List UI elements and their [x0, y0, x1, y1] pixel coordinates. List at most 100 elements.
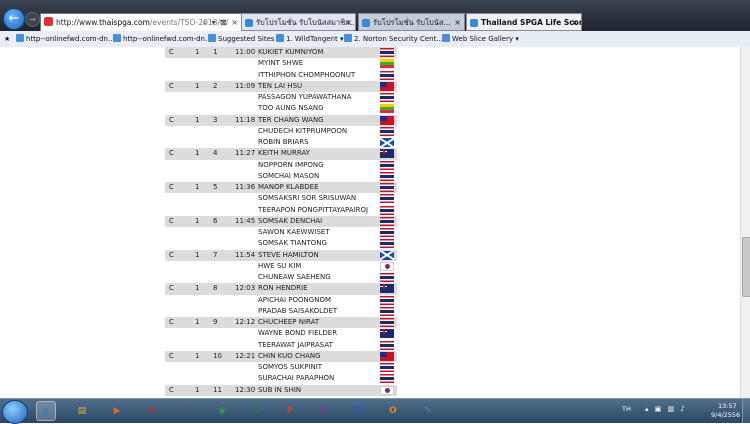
media-player-icon[interactable]: ▶: [107, 401, 127, 421]
player-name: SAWON KAEWWISET: [258, 228, 330, 236]
player-row: SOMSAKSRI SOR SRISUWAN: [165, 193, 397, 204]
favorite-web-slice-gallery[interactable]: Web Slice Gallery ▾: [442, 31, 519, 47]
clock-date[interactable]: 9/4/2556: [711, 411, 740, 419]
course-cell: C: [169, 318, 174, 326]
favorites-star-icon[interactable]: ★: [4, 31, 10, 47]
group-cell: 3: [213, 115, 218, 124]
favorite-label: 1. WildTangent ▾: [286, 35, 344, 43]
favorite-link[interactable]: http--onlinefwd.com-dn...: [16, 31, 115, 47]
pin-app-icon[interactable]: ⚑: [142, 401, 162, 421]
tab-label: รับโปรโมชั่น รับโบนัสสมาชิก...: [256, 18, 356, 27]
flag-th-icon: [380, 160, 394, 170]
flag-th-icon: [380, 93, 394, 102]
outlook-icon[interactable]: O: [383, 401, 403, 421]
round-cell: 1: [195, 81, 200, 90]
player-row: ITTHIPHON CHOMPHOONUT: [165, 70, 397, 81]
file-explorer-icon[interactable]: ▤: [72, 401, 92, 421]
player-name: WAYNE BOND FIELDER: [258, 329, 338, 338]
word-icon[interactable]: W: [348, 401, 368, 421]
flag-tw-icon: [380, 115, 394, 125]
flag-mm-icon: [380, 59, 394, 69]
tee-time-cell: 12:12: [235, 318, 256, 326]
clock-time[interactable]: 13:57: [718, 402, 737, 410]
group-cell: 11: [213, 385, 222, 394]
steering-app-icon[interactable]: ⊙: [177, 401, 197, 421]
tab-favicon-icon: [470, 19, 478, 27]
powerpoint-icon[interactable]: P: [280, 401, 300, 421]
player-name: CHUCHEEP NIRAT: [258, 318, 320, 326]
player-row: APICHAI POONGNOM: [165, 295, 397, 306]
favorite-label: http--onlinefwd.com-dn...: [26, 35, 115, 43]
address-bar[interactable]: http://www.thaispga.com/events/TSO-2013/…: [40, 13, 242, 31]
address-controls[interactable]: ⌕ ▾ ⊠ ×: [202, 14, 239, 31]
address-prefix: http://www.: [56, 18, 100, 27]
player-name: STEVE HAMILTON: [258, 250, 319, 259]
favorite-label: 2. Norton Security Cent... ▾: [354, 35, 449, 43]
group-cell: 10: [213, 351, 222, 360]
course-cell: C: [169, 48, 174, 56]
player-name: MYINT SHWE: [258, 59, 304, 68]
language-indicator[interactable]: TH: [622, 405, 631, 413]
course-cell: C: [169, 351, 174, 360]
tee-time-cell: 11:00: [235, 48, 256, 56]
vertical-scrollbar[interactable]: [740, 47, 750, 398]
player-name: TEERAPON PONGPITTAYAPAIROJ: [258, 205, 369, 214]
chrome-icon[interactable]: ◉: [212, 401, 232, 421]
folder-icon: [276, 34, 284, 42]
tab-close-icon[interactable]: ×: [345, 14, 352, 30]
group-header-row: C 1 10 12:21 CHIN KUO CHANG: [165, 350, 397, 362]
tee-time-cell: 11:27: [235, 149, 256, 158]
system-tray-icons[interactable]: ▴ ▣ ▥ ♪: [645, 405, 687, 413]
group-header-row: C 1 7 11:54 STEVE HAMILTON: [165, 249, 397, 261]
tab-promotion-1[interactable]: รับโปรโมชั่น รับโบนัสสมาชิก... ×: [241, 13, 356, 31]
tab-promotion-2[interactable]: รับโปรโมชั่น รับโบนัส... ×: [358, 13, 465, 31]
course-cell: C: [169, 81, 174, 90]
player-row: WAYNE BOND FIELDER: [165, 328, 397, 339]
group-cell: 4: [213, 149, 218, 158]
player-name: SOMSAK TIANTONG: [258, 239, 327, 248]
start-button[interactable]: [2, 400, 28, 424]
player-name: CHIN KUO CHANG: [258, 351, 321, 360]
onenote-icon[interactable]: N: [314, 401, 334, 421]
player-name: MANOP KLABDEE: [258, 183, 319, 191]
favorite-link[interactable]: http--onlinefwd.com-dn...: [113, 31, 212, 47]
round-cell: 1: [195, 216, 200, 225]
back-button[interactable]: ←: [3, 8, 25, 30]
tab-scoreboard[interactable]: Thailand SPGA Life Scorebo...×: [466, 13, 582, 31]
player-name: TER CHANG WANG: [258, 115, 324, 124]
player-name: ROBIN BRIARS: [258, 138, 309, 146]
site-favicon-icon: [44, 17, 53, 26]
player-name: CHUDECH KITPRUMPOON: [258, 126, 348, 135]
forward-button[interactable]: →: [25, 12, 40, 27]
flag-th-icon: [380, 205, 394, 215]
favorite-suggested-sites[interactable]: Suggested Sites ▾: [208, 31, 280, 47]
round-cell: 1: [195, 149, 200, 158]
course-cell: C: [169, 115, 174, 124]
paint-icon[interactable]: ✎: [418, 401, 438, 421]
tab-close-icon[interactable]: ×: [454, 14, 461, 30]
flag-th-icon: [380, 126, 394, 136]
favorite-norton[interactable]: 2. Norton Security Cent... ▾: [344, 31, 449, 47]
scrollbar-thumb[interactable]: [742, 237, 750, 297]
tab-favicon-icon: [245, 19, 253, 27]
tab-close-icon[interactable]: ×: [571, 14, 578, 30]
internet-explorer-icon[interactable]: e: [36, 401, 56, 421]
course-cell: C: [169, 216, 174, 225]
player-row: SOMYOS SUKPINIT: [165, 362, 397, 373]
flag-tw-icon: [380, 351, 394, 361]
player-name: SOMCHAI MASON: [258, 171, 320, 180]
favorite-wildtangent[interactable]: 1. WildTangent ▾: [276, 31, 344, 47]
course-cell: C: [169, 183, 174, 191]
player-row: NOPPORN IMPONG: [165, 160, 397, 171]
show-desktop-button[interactable]: [742, 399, 750, 423]
flag-mm-icon: [380, 104, 394, 114]
flag-th-icon: [380, 239, 394, 249]
player-name: ITTHIPHON CHOMPHOONUT: [258, 70, 356, 79]
group-header-row: C 1 3 11:18 TER CHANG WANG: [165, 114, 397, 126]
group-cell: 5: [213, 183, 218, 191]
course-cell: C: [169, 284, 174, 293]
flag-kr-icon: [380, 261, 394, 271]
excel-icon[interactable]: X: [246, 401, 266, 421]
player-name: KEITH MURRAY: [258, 149, 310, 158]
flag-th-icon: [380, 374, 394, 384]
